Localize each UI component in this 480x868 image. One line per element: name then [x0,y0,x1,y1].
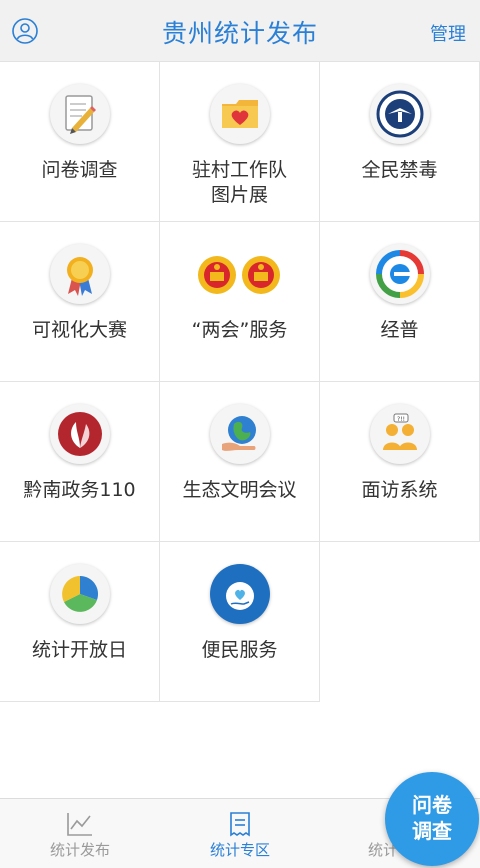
grid-item-label: 问卷调查 [41,159,118,181]
grid-item-label: 可视化大赛 [31,319,127,341]
grid-item-label: 全民禁毒 [361,159,438,181]
grid-item-interview-system[interactable]: ?!! 面访系统 [320,382,480,542]
folder-heart-icon [210,84,270,144]
tab-label: 统计发布 [49,841,110,859]
census-2018-logo-icon [370,244,430,304]
leaf-emblem-icon [50,404,110,464]
survey-pencil-icon [50,84,110,144]
anti-drug-badge-icon [370,84,430,144]
pie-chart-icon [50,564,110,624]
grid-item-two-sessions[interactable]: “两会”服务 [160,222,320,382]
tab-stat-zone[interactable]: 统计专区 [160,799,320,868]
grid-item-qiannan-110[interactable]: 黔南政务110 [0,382,160,542]
grid-item-label: 经普 [380,319,419,341]
grid-item-village-photos[interactable]: 驻村工作队 图片展 [160,62,320,222]
tab-label: 统计专区 [209,841,270,859]
grid-item-survey[interactable]: 问卷调查 [0,62,160,222]
grid-item-label: 面访系统 [361,479,438,501]
national-emblems-icon [198,256,280,294]
interview-people-icon: ?!! [370,404,430,464]
fab-label-line1: 问卷 [412,793,452,817]
public-service-heart-icon [210,564,270,624]
svg-text:?!!: ?!! [397,416,405,423]
grid-item-label: 便民服务 [201,639,278,661]
award-medal-icon [50,244,110,304]
manage-button[interactable]: 管理 [430,20,466,46]
grid-item-label: “两会”服务 [191,319,288,341]
grid-item-public-service[interactable]: 便民服务 [160,542,320,702]
grid-item-anti-drug[interactable]: 全民禁毒 [320,62,480,222]
app-header: 贵州统计发布 管理 [0,0,480,62]
grid-item-label: 统计开放日 [31,639,127,661]
grid-item-label: 驻村工作队 图片展 [191,159,287,206]
grid-item-label: 黔南政务110 [23,479,136,501]
tab-stat-release[interactable]: 统计发布 [0,799,160,868]
grid-item-census[interactable]: 经普 [320,222,480,382]
receipt-icon [230,812,250,837]
grid-item-eco-conference[interactable]: 生态文明会议 [160,382,320,542]
grid-item-visual-contest[interactable]: 可视化大赛 [0,222,160,382]
fab-label-line2: 调查 [412,819,452,843]
earth-hand-icon [210,404,270,464]
page-title: 贵州统计发布 [161,19,318,48]
line-chart-icon [67,813,92,836]
grid-item-label: 生态文明会议 [182,479,297,501]
survey-fab-button[interactable]: 问卷 调查 [385,772,479,866]
grid-item-open-day[interactable]: 统计开放日 [0,542,160,702]
